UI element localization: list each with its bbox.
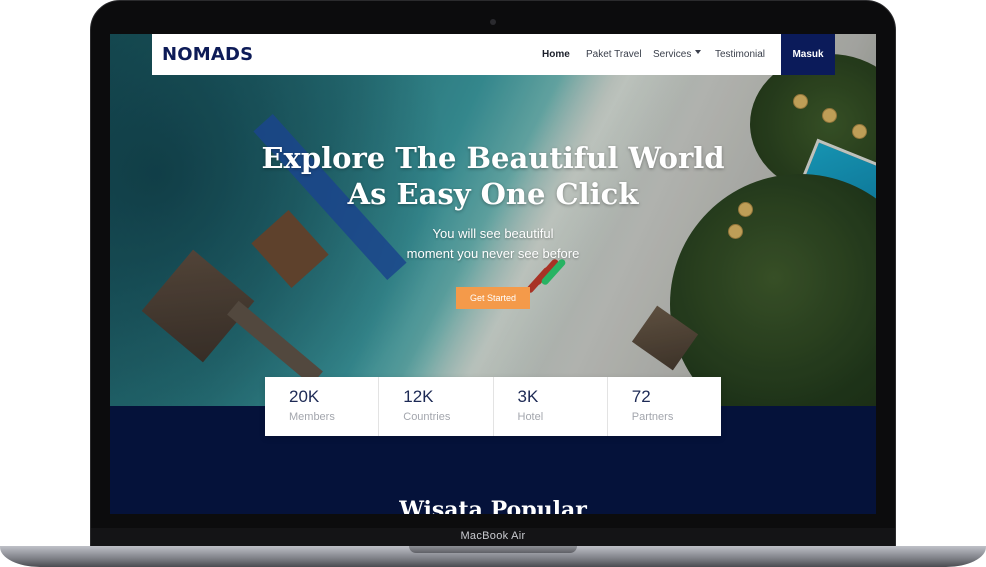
stat-label: Hotel: [517, 411, 544, 423]
hero-subtitle: You will see beautiful moment you never …: [110, 224, 876, 264]
stat-countries: 12K Countries: [379, 377, 494, 436]
navbar: NOMADS Home Paket Travel Services Testim…: [152, 34, 835, 75]
stats-bar: 20K Members 12K Countries 3K Hotel 72 Pa…: [265, 377, 721, 436]
stat-label: Members: [289, 411, 335, 423]
stat-value: 3K: [517, 387, 539, 406]
stat-value: 20K: [289, 387, 320, 406]
nav-link-home[interactable]: Home: [542, 49, 570, 60]
laptop-model-label: MacBook Air: [460, 530, 526, 542]
hero-subtitle-line2: moment you never see before: [406, 246, 580, 261]
stat-hotel: 3K Hotel: [494, 377, 608, 436]
nav-link-services[interactable]: Services: [653, 49, 702, 60]
stat-members: 20K Members: [265, 377, 380, 436]
hero-title-line2: As Easy One Click: [347, 177, 639, 211]
nav-link-services-label: Services: [653, 49, 692, 60]
nav-link-testimonial[interactable]: Testimonial: [715, 49, 765, 60]
hero-section: Explore The Beautiful World As Easy One …: [110, 34, 876, 406]
chevron-down-icon: [695, 50, 702, 55]
logo[interactable]: NOMADS: [162, 44, 253, 65]
hero-title: Explore The Beautiful World As Easy One …: [110, 140, 876, 212]
stat-value: 12K: [403, 387, 434, 406]
stat-label: Countries: [403, 411, 451, 423]
nav-link-paket-travel[interactable]: Paket Travel: [586, 49, 642, 60]
website-screen: Explore The Beautiful World As Easy One …: [110, 34, 876, 514]
get-started-button[interactable]: Get Started: [456, 287, 530, 309]
stat-label: Partners: [631, 411, 674, 423]
hero-title-line1: Explore The Beautiful World: [261, 141, 725, 175]
webcam-icon: [490, 19, 496, 25]
login-button[interactable]: Masuk: [781, 34, 835, 75]
section-title-wisata-popular: Wisata Popular: [399, 497, 587, 514]
laptop-notch: [409, 546, 577, 553]
stat-partners: 72 Partners: [608, 377, 721, 436]
hero-subtitle-line1: You will see beautiful: [432, 226, 554, 241]
hero-overlay: [110, 34, 876, 406]
stat-value: 72: [631, 387, 651, 406]
